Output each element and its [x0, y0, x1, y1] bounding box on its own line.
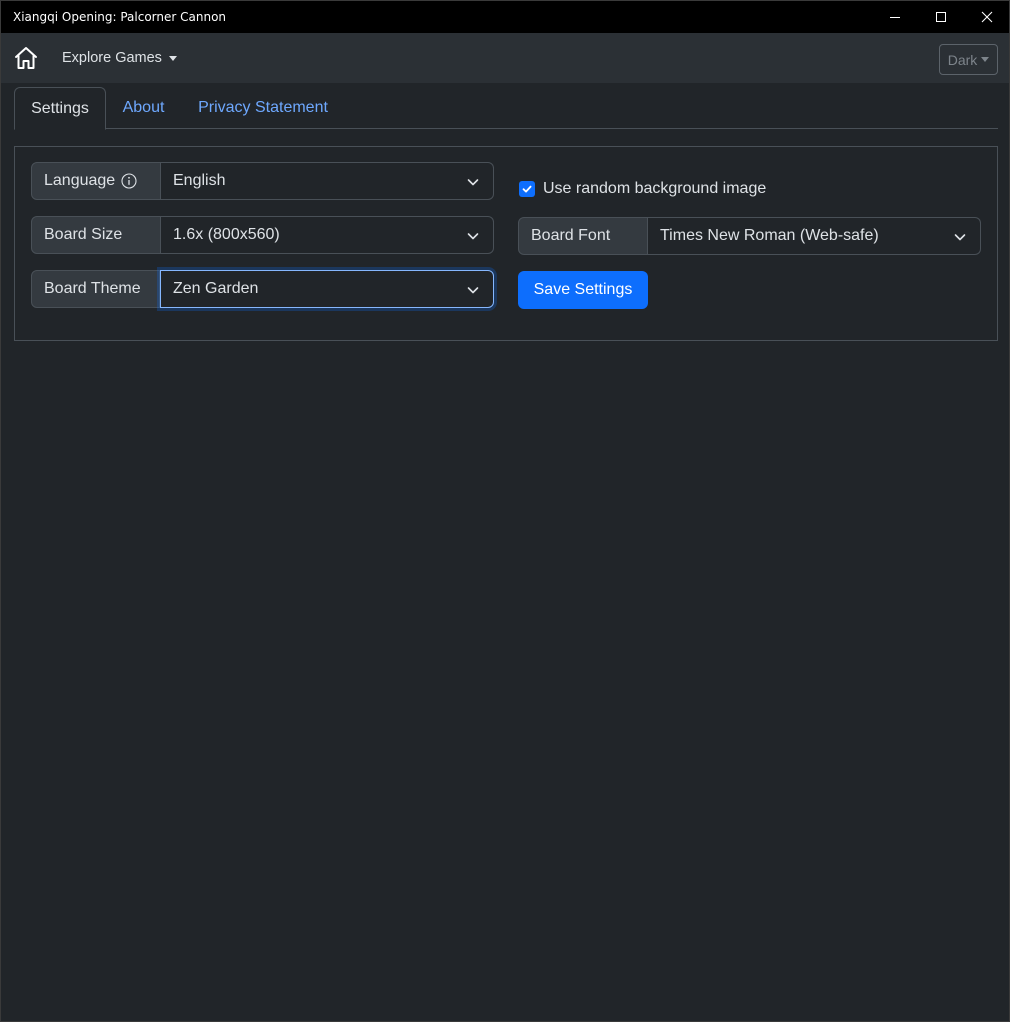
board-font-label: Board Font	[518, 217, 648, 255]
save-settings-button[interactable]: Save Settings	[518, 271, 648, 309]
caret-down-icon	[981, 57, 990, 62]
tab-settings[interactable]: Settings	[14, 87, 106, 130]
close-button[interactable]	[964, 1, 1010, 33]
chevron-down-icon	[467, 233, 479, 240]
tab-privacy-label: Privacy Statement	[198, 99, 328, 116]
board-theme-label-text: Board Theme	[44, 280, 141, 297]
theme-dropdown[interactable]: Dark	[939, 44, 998, 75]
minimize-button[interactable]	[872, 1, 918, 33]
language-label: Language	[31, 162, 161, 200]
board-theme-select[interactable]: Zen Garden	[160, 270, 494, 308]
language-group: Language English	[31, 162, 494, 200]
board-size-label-text: Board Size	[44, 226, 123, 243]
save-settings-label: Save Settings	[533, 281, 633, 298]
tab-privacy-statement[interactable]: Privacy Statement	[181, 87, 345, 129]
language-value: English	[173, 172, 226, 189]
close-icon	[981, 11, 993, 23]
caret-down-icon	[168, 55, 177, 61]
board-font-value: Times New Roman (Web-safe)	[660, 227, 879, 244]
navbar: Explore Games Dark	[1, 33, 1009, 83]
title-bar: Xiangqi Opening: Palcorner Cannon	[1, 1, 1009, 33]
theme-label: Dark	[947, 51, 978, 68]
board-font-select[interactable]: Times New Roman (Web-safe)	[648, 217, 981, 255]
tab-about-label: About	[122, 99, 165, 116]
app-window: Xiangqi Opening: Palcorner Cannon Explor…	[0, 0, 1010, 1022]
chevron-down-icon	[954, 234, 966, 241]
tab-about[interactable]: About	[106, 87, 181, 129]
board-size-group: Board Size 1.6x (800x560)	[31, 216, 494, 254]
info-icon[interactable]	[121, 173, 137, 189]
home-button[interactable]	[13, 46, 39, 70]
maximize-icon	[936, 12, 946, 22]
maximize-button[interactable]	[918, 1, 964, 33]
explore-games-dropdown[interactable]: Explore Games	[62, 50, 177, 66]
chevron-down-icon	[467, 179, 479, 186]
explore-games-label: Explore Games	[62, 50, 162, 66]
board-font-label-text: Board Font	[531, 227, 611, 244]
language-label-text: Language	[44, 172, 116, 189]
board-size-value: 1.6x (800x560)	[173, 226, 280, 243]
random-background-checkbox[interactable]	[519, 181, 535, 197]
minimize-icon	[890, 17, 900, 18]
window-title: Xiangqi Opening: Palcorner Cannon	[13, 10, 227, 24]
chevron-down-icon	[467, 287, 479, 294]
board-theme-value: Zen Garden	[173, 280, 259, 297]
board-size-label: Board Size	[31, 216, 161, 254]
checkmark-icon	[522, 185, 532, 193]
language-select[interactable]: English	[161, 162, 494, 200]
settings-panel: Language English Board Size 1.6x (800x56…	[14, 146, 998, 341]
home-icon	[15, 47, 37, 69]
tab-bar: Settings About Privacy Statement	[14, 87, 998, 130]
board-font-group: Board Font Times New Roman (Web-safe)	[518, 217, 981, 255]
random-background-row: Use random background image	[519, 179, 766, 199]
board-theme-label: Board Theme	[31, 270, 160, 308]
tab-settings-label: Settings	[31, 99, 89, 117]
board-theme-group: Board Theme Zen Garden	[31, 270, 494, 308]
random-background-label[interactable]: Use random background image	[543, 180, 766, 198]
board-size-select[interactable]: 1.6x (800x560)	[161, 216, 494, 254]
